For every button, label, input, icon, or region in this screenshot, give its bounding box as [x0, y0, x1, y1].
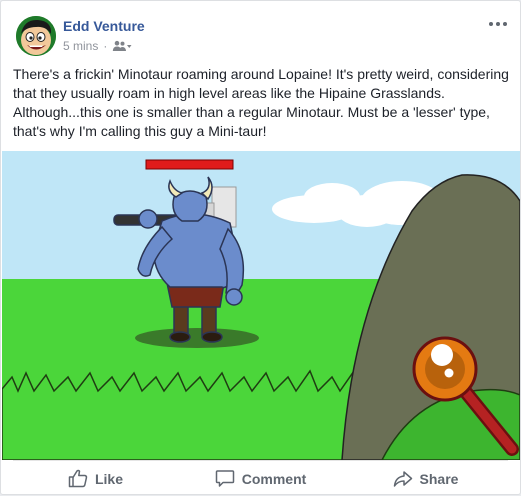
post-meta: 5 mins ·	[63, 39, 132, 53]
more-dot-icon	[489, 22, 493, 26]
post-timestamp[interactable]: 5 mins	[63, 39, 98, 53]
post-card: Edd Venture 5 mins · There's a frickin' …	[0, 0, 521, 495]
comment-label: Comment	[241, 470, 307, 487]
like-button[interactable]: Like	[13, 463, 178, 495]
author-avatar[interactable]	[16, 16, 56, 56]
post-header: Edd Venture 5 mins ·	[13, 13, 508, 59]
more-dot-icon	[503, 22, 507, 26]
share-label: Share	[419, 470, 459, 487]
comment-button[interactable]: Comment	[178, 463, 343, 495]
comment-icon	[215, 470, 234, 487]
thumbs-up-icon	[68, 469, 88, 488]
author-name[interactable]: Edd Venture	[63, 18, 145, 34]
share-icon	[393, 471, 412, 487]
post-text: There's a frickin' Minotaur roaming arou…	[13, 66, 509, 139]
more-dot-icon	[496, 22, 500, 26]
enemy-health-bar	[145, 159, 234, 170]
more-options-button[interactable]	[488, 17, 508, 31]
share-button[interactable]: Share	[343, 463, 508, 495]
meta-separator: ·	[103, 39, 108, 53]
minotaur-shadow	[135, 328, 259, 348]
post-actions-bar: Like Comment Share	[13, 460, 508, 496]
like-label: Like	[94, 470, 123, 487]
friends-icon[interactable]	[112, 40, 132, 52]
post-image[interactable]	[2, 151, 520, 460]
